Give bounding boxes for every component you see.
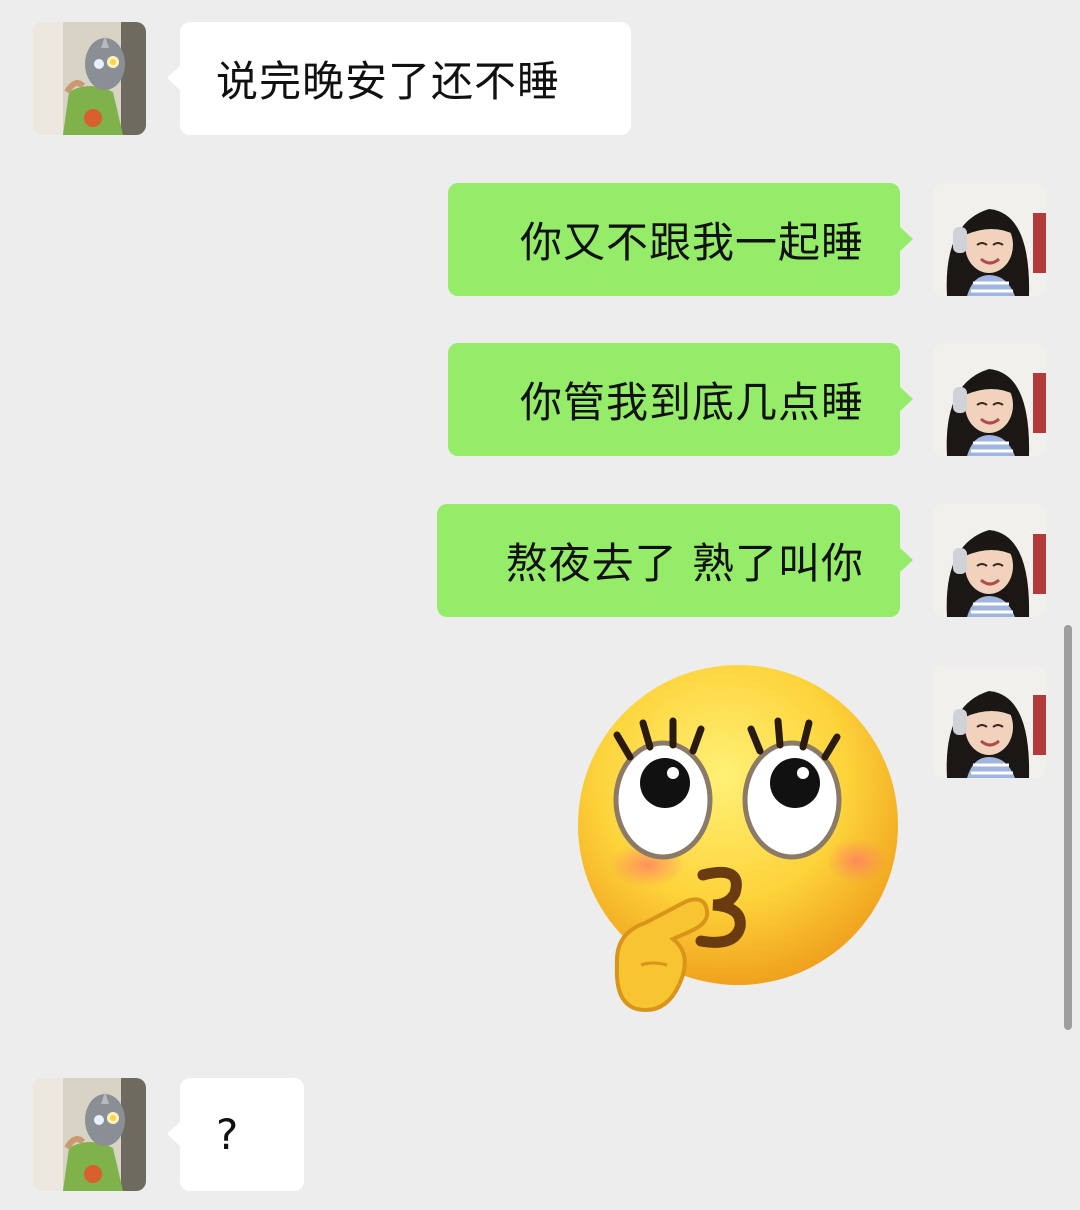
scrollbar[interactable] xyxy=(1064,625,1072,1030)
self-avatar[interactable] xyxy=(933,343,1046,456)
message-text: 你管我到底几点睡 xyxy=(519,378,864,427)
kissing-emoji-sticker-icon xyxy=(578,665,898,1012)
message-bubble-outgoing[interactable]: 你管我到底几点睡 xyxy=(448,343,913,456)
message-bubble-outgoing[interactable]: 你又不跟我一起睡 xyxy=(448,183,913,296)
girl-headphones-avatar-icon xyxy=(933,183,1046,296)
message-bubble-outgoing[interactable]: 熬夜去了 熟了叫你 xyxy=(437,504,913,617)
self-avatar[interactable] xyxy=(933,504,1046,617)
girl-headphones-avatar-icon xyxy=(933,665,1046,778)
chat-window: 说完晚安了还不睡 你又不跟我一起睡 你管我到底几点睡 熬夜去了 熟了叫你 ? xyxy=(0,0,1080,1210)
self-avatar[interactable] xyxy=(933,183,1046,296)
message-bubble-incoming[interactable]: ? xyxy=(167,1078,304,1191)
message-text: 说完晚安了还不睡 xyxy=(216,57,561,106)
message-text: 你又不跟我一起睡 xyxy=(519,218,864,267)
ultraman-avatar-icon xyxy=(33,1078,146,1191)
sticker-message[interactable] xyxy=(575,665,905,1025)
message-bubble-incoming[interactable]: 说完晚安了还不睡 xyxy=(167,22,631,135)
message-text: 熬夜去了 熟了叫你 xyxy=(505,539,864,588)
contact-avatar[interactable] xyxy=(33,22,146,135)
self-avatar[interactable] xyxy=(933,665,1046,778)
ultraman-avatar-icon xyxy=(33,22,146,135)
contact-avatar[interactable] xyxy=(33,1078,146,1191)
girl-headphones-avatar-icon xyxy=(933,504,1046,617)
message-text: ? xyxy=(216,1110,240,1159)
girl-headphones-avatar-icon xyxy=(933,343,1046,456)
